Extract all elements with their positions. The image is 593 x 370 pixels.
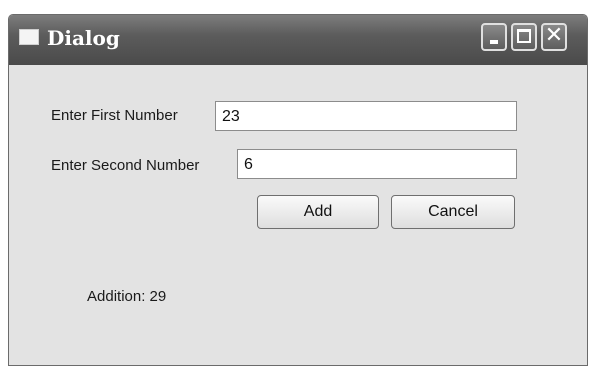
window-icon xyxy=(19,29,39,45)
minimize-icon xyxy=(490,40,498,44)
dialog-window: Dialog ✕ Enter First Number 23 Enter Sec… xyxy=(8,14,588,366)
first-number-input[interactable]: 23 xyxy=(215,101,517,131)
add-button[interactable]: Add xyxy=(257,195,379,229)
window-title: Dialog xyxy=(47,26,120,50)
first-number-label: Enter First Number xyxy=(51,107,178,124)
maximize-icon xyxy=(517,29,531,43)
minimize-button[interactable] xyxy=(481,23,507,51)
maximize-button[interactable] xyxy=(511,23,537,51)
second-number-label: Enter Second Number xyxy=(51,157,200,174)
close-button[interactable]: ✕ xyxy=(541,23,567,51)
title-bar[interactable]: Dialog ✕ xyxy=(9,15,587,65)
cancel-button[interactable]: Cancel xyxy=(391,195,515,229)
close-icon: ✕ xyxy=(544,23,564,48)
second-number-input[interactable]: 6 xyxy=(237,149,517,179)
result-text: Addition: 29 xyxy=(87,288,167,305)
